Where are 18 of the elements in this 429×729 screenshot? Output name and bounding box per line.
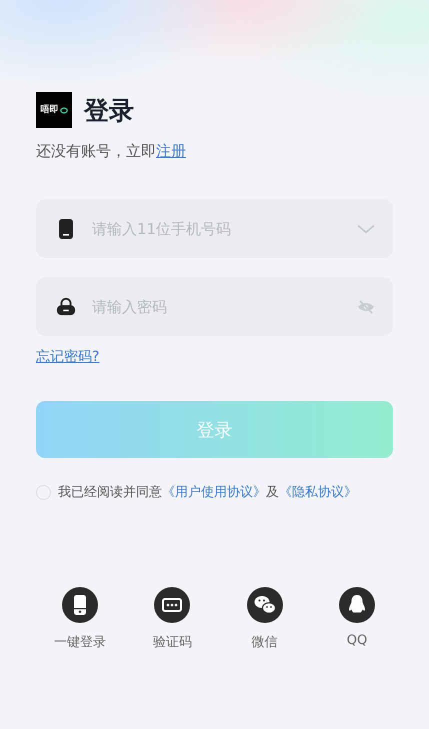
- agreement-text: 我已经阅读并同意《用户使用协议》及《隐私协议》: [58, 484, 357, 501]
- message-icon[interactable]: [154, 587, 190, 623]
- app-logo: 唔即: [36, 92, 72, 128]
- chat-bubbles-icon[interactable]: [246, 587, 283, 623]
- penguin-icon[interactable]: [338, 587, 375, 623]
- phone-icon: [56, 218, 76, 240]
- login-option-label: QQ: [346, 633, 368, 648]
- register-prompt: 还没有账号，立即注册: [36, 142, 187, 161]
- user-agreement-link[interactable]: 《用户使用协议》: [162, 485, 266, 500]
- forgot-password-link[interactable]: 忘记密码?: [36, 348, 100, 366]
- login-option-label: 微信: [252, 634, 278, 651]
- page-title: 登录: [84, 94, 134, 126]
- privacy-policy-link[interactable]: 《隐私协议》: [279, 485, 357, 500]
- login-option-label: 验证码: [152, 634, 192, 651]
- phone-icon[interactable]: [62, 587, 98, 623]
- register-link[interactable]: 注册: [156, 142, 186, 160]
- login-option-label: 一键登录: [54, 634, 106, 651]
- lock-icon: [56, 296, 76, 318]
